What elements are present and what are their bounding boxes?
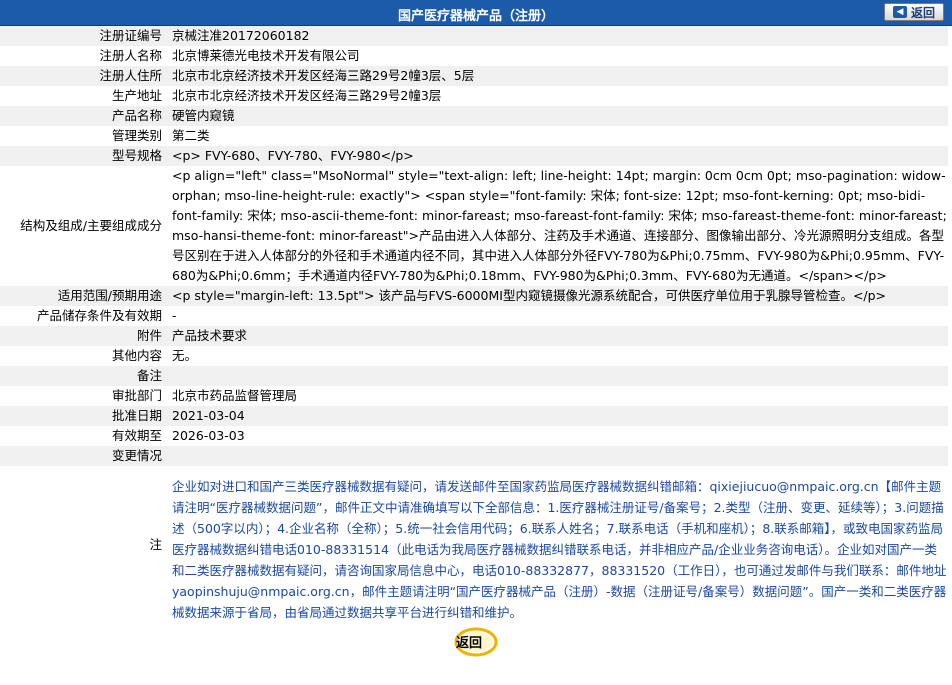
table-row: 产品名称 硬管内窥镜 xyxy=(0,106,948,126)
field-value: <p style="margin-left: 13.5pt"> 该产品与FVS-… xyxy=(166,286,948,306)
table-row: 型号规格 <p> FVY-680、FVY-780、FVY-980</p> xyxy=(0,146,948,166)
back-button-top[interactable]: ◀ 返回 xyxy=(884,3,944,21)
table-row: 其他内容 无。 xyxy=(0,346,948,366)
field-label: 产品储存条件及有效期 xyxy=(0,306,166,326)
field-value: 北京市北京经济技术开发区经海三路29号2幢3层、5层 xyxy=(166,66,948,86)
table-row: 注册人住所 北京市北京经济技术开发区经海三路29号2幢3层、5层 xyxy=(0,66,948,86)
back-button-bottom[interactable]: 返回 xyxy=(448,627,498,657)
table-row: 变更情况 xyxy=(0,446,948,466)
field-label: 变更情况 xyxy=(0,446,166,466)
field-value: 北京市药品监督管理局 xyxy=(166,386,948,406)
table-row: 结构及组成/主要组成成分 <p align="left" class="MsoN… xyxy=(0,166,948,286)
field-value: <p align="left" class="MsoNormal" style=… xyxy=(166,166,948,286)
field-label: 附件 xyxy=(0,326,166,346)
page-header: 国产医疗器械产品（注册） ◀ 返回 xyxy=(0,0,952,26)
detail-table: 注册证编号 京械注准20172060182 注册人名称 北京博莱德光电技术开发有… xyxy=(0,26,948,623)
table-row: 产品储存条件及有效期 - xyxy=(0,306,948,326)
field-label: 结构及组成/主要组成成分 xyxy=(0,166,166,286)
field-value: - xyxy=(166,306,948,326)
field-value: 硬管内窥镜 xyxy=(166,106,948,126)
back-button-label: 返回 xyxy=(910,5,935,20)
field-label: 备注 xyxy=(0,366,166,386)
field-value: 无。 xyxy=(166,346,948,366)
field-label: 注册人名称 xyxy=(0,46,166,66)
back-button-bottom-label: 返回 xyxy=(455,635,482,651)
page-title: 国产医疗器械产品（注册） xyxy=(397,9,554,24)
table-row: 附件 产品技术要求 xyxy=(0,326,948,346)
page-footer: 返回 xyxy=(0,623,952,663)
table-row: 管理类别 第二类 xyxy=(0,126,948,146)
table-row: 备注 xyxy=(0,366,948,386)
table-row: 审批部门 北京市药品监督管理局 xyxy=(0,386,948,406)
note-row: 注 企业如对进口和国产三类医疗器械数据有疑问，请发送邮件至国家药监局医疗器械数据… xyxy=(0,466,948,623)
field-label: 注册人住所 xyxy=(0,66,166,86)
field-value: 北京博莱德光电技术开发有限公司 xyxy=(166,46,948,66)
field-value: 北京市北京经济技术开发区经海三路29号2幢3层 xyxy=(166,86,948,106)
field-value: <p> FVY-680、FVY-780、FVY-980</p> xyxy=(166,146,948,166)
field-label: 生产地址 xyxy=(0,86,166,106)
table-row: 注册人名称 北京博莱德光电技术开发有限公司 xyxy=(0,46,948,66)
field-label: 批准日期 xyxy=(0,406,166,426)
field-value: 2021-03-04 xyxy=(166,406,948,426)
field-value xyxy=(166,446,948,466)
field-label: 注册证编号 xyxy=(0,26,166,46)
field-value: 产品技术要求 xyxy=(166,326,948,346)
note-label: 注 xyxy=(0,466,166,623)
field-label: 管理类别 xyxy=(0,126,166,146)
field-label: 适用范围/预期用途 xyxy=(0,286,166,306)
field-value: 第二类 xyxy=(166,126,948,146)
field-label: 产品名称 xyxy=(0,106,166,126)
field-label: 其他内容 xyxy=(0,346,166,366)
field-value: 京械注准20172060182 xyxy=(166,26,948,46)
field-value xyxy=(166,366,948,386)
field-label: 型号规格 xyxy=(0,146,166,166)
field-label: 审批部门 xyxy=(0,386,166,406)
note-text: 企业如对进口和国产三类医疗器械数据有疑问，请发送邮件至国家药监局医疗器械数据纠错… xyxy=(166,466,948,623)
table-row: 生产地址 北京市北京经济技术开发区经海三路29号2幢3层 xyxy=(0,86,948,106)
field-label: 有效期至 xyxy=(0,426,166,446)
back-arrow-icon: ◀ xyxy=(892,6,907,18)
table-row: 适用范围/预期用途 <p style="margin-left: 13.5pt"… xyxy=(0,286,948,306)
field-value: 2026-03-03 xyxy=(166,426,948,446)
table-row: 批准日期 2021-03-04 xyxy=(0,406,948,426)
table-row: 有效期至 2026-03-03 xyxy=(0,426,948,446)
table-row: 注册证编号 京械注准20172060182 xyxy=(0,26,948,46)
